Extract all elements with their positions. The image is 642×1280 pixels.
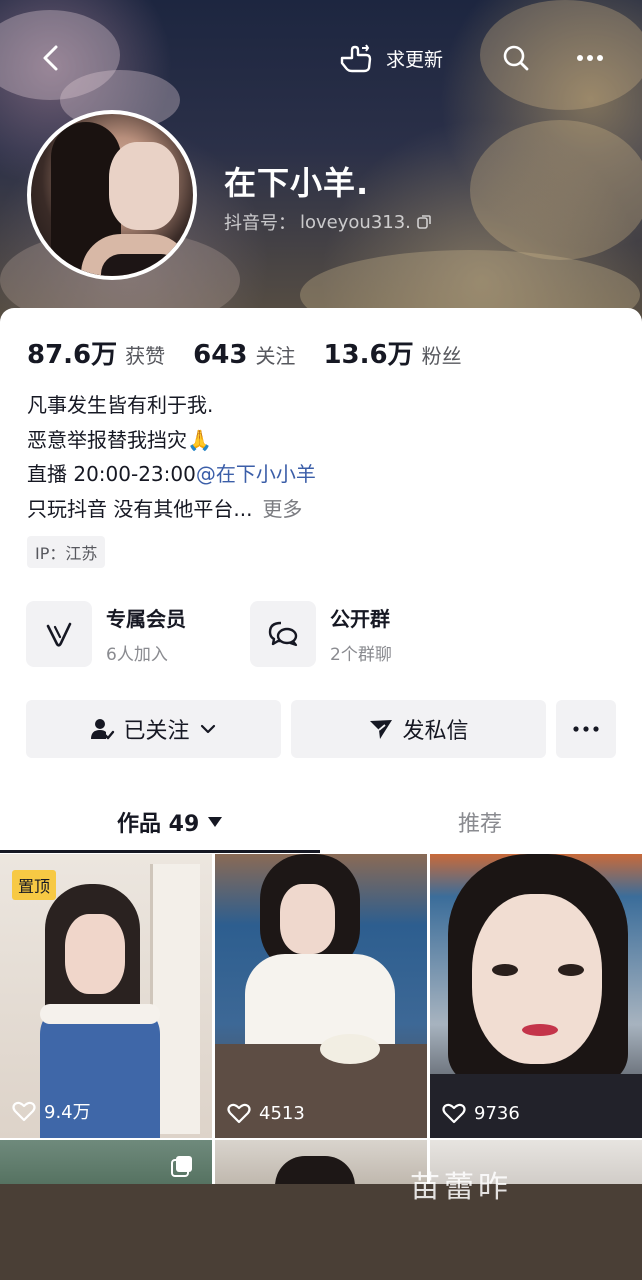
bio-more-link[interactable]: 更多 xyxy=(262,497,302,521)
mention-link[interactable]: @在下小小羊 xyxy=(196,462,316,486)
tab-works[interactable]: 作品 49 xyxy=(117,806,223,838)
request-update-button[interactable]: 求更新 xyxy=(338,40,443,76)
request-update-label: 求更新 xyxy=(386,48,444,71)
video-grid: 置顶 9.4万 4513 9736 xyxy=(0,854,642,1184)
video-thumbnail[interactable] xyxy=(215,1140,427,1184)
public-group-entry[interactable]: 公开群 2个群聊 xyxy=(250,601,392,667)
video-thumbnail[interactable]: 4513 xyxy=(215,854,427,1138)
video-likes: 9.4万 xyxy=(12,1098,91,1124)
bio-text: 只玩抖音 没有其他平台... xyxy=(27,496,253,521)
search-button[interactable] xyxy=(500,42,532,74)
group-chat-icon xyxy=(268,621,298,647)
feature-subtitle: 6人加入 xyxy=(106,645,168,665)
avatar[interactable] xyxy=(27,110,197,280)
stat-label: 获赞 xyxy=(125,344,166,368)
bio-line: 恶意举报替我挡灾🙏 xyxy=(27,427,212,452)
stat-value: 13.6万 xyxy=(323,340,414,370)
heart-icon xyxy=(227,1103,251,1124)
paper-plane-icon xyxy=(370,720,393,739)
video-thumbnail[interactable] xyxy=(0,1140,212,1184)
exclusive-membership-entry[interactable]: 专属会员 6人加入 xyxy=(26,601,186,667)
chevron-down-icon xyxy=(200,724,215,734)
likes-count: 9.4万 xyxy=(44,1102,91,1123)
stat-label: 关注 xyxy=(255,344,296,368)
video-likes: 4513 xyxy=(227,1102,305,1124)
feature-title: 公开群 xyxy=(330,607,390,631)
bio-line: 直播 20:00-23:00@在下小小羊 xyxy=(27,457,316,492)
stat-value: 643 xyxy=(193,340,248,370)
stat-following[interactable]: 643 关注 xyxy=(193,340,295,370)
feature-subtitle: 2个群聊 xyxy=(330,645,392,665)
heart-icon xyxy=(442,1103,466,1124)
content-tabs: 作品 49 推荐 xyxy=(0,798,642,854)
following-button[interactable]: 已关注 xyxy=(26,700,281,758)
douyin-id-value: loveyou313. xyxy=(300,211,411,233)
stats-row: 87.6万 获赞 643 关注 13.6万 粉丝 xyxy=(27,334,490,371)
pinned-badge: 置顶 xyxy=(12,870,57,900)
ip-location-tag: IP：江苏 xyxy=(27,536,106,568)
v-membership-icon xyxy=(46,622,72,647)
feature-title: 专属会员 xyxy=(106,607,186,631)
more-dots-icon xyxy=(573,726,599,732)
bio: 凡事发生皆有利于我. 恶意举报替我挡灾🙏 直播 20:00-23:00@在下小小… xyxy=(27,388,316,526)
action-buttons: 已关注 发私信 xyxy=(26,700,616,758)
back-button[interactable] xyxy=(36,42,68,74)
bio-line: 凡事发生皆有利于我. xyxy=(27,393,214,417)
live-schedule: 直播 20:00-23:00 xyxy=(27,462,196,486)
video-thumbnail[interactable]: 置顶 9.4万 xyxy=(0,854,212,1138)
profile-card: 87.6万 获赞 643 关注 13.6万 粉丝 凡事发生皆有利于我. 恶意举报… xyxy=(0,308,642,1184)
send-message-button[interactable]: 发私信 xyxy=(291,700,546,758)
stat-label: 粉丝 xyxy=(421,344,462,368)
stat-followers[interactable]: 13.6万 粉丝 xyxy=(323,334,461,371)
profile-name: 在下小羊. xyxy=(224,164,370,202)
likes-count: 9736 xyxy=(474,1102,520,1124)
tab-indicator xyxy=(0,850,320,853)
user-followed-icon xyxy=(91,719,115,740)
bio-line: 只玩抖音 没有其他平台... 更多 xyxy=(27,492,316,527)
stat-likes[interactable]: 87.6万 获赞 xyxy=(27,334,165,371)
douyin-id[interactable]: 抖音号： loveyou313. xyxy=(224,209,433,235)
douyin-id-label: 抖音号： xyxy=(224,213,296,234)
following-label: 已关注 xyxy=(123,719,190,744)
more-dots-icon xyxy=(577,55,603,61)
caret-down-icon xyxy=(208,817,223,827)
chevron-left-icon xyxy=(43,45,58,71)
pointing-hand-icon xyxy=(340,44,372,73)
more-actions-button[interactable] xyxy=(556,700,616,758)
video-thumbnail[interactable]: 9736 xyxy=(430,854,642,1138)
gallery-icon xyxy=(171,1156,192,1177)
tab-works-label: 作品 49 xyxy=(117,812,200,837)
top-nav-bar: 求更新 xyxy=(0,36,642,80)
tab-recommend-label: 推荐 xyxy=(458,812,503,837)
more-options-button[interactable] xyxy=(572,42,608,74)
stat-value: 87.6万 xyxy=(27,340,118,370)
bottom-area xyxy=(0,1184,642,1280)
send-message-label: 发私信 xyxy=(402,719,469,744)
tab-recommend[interactable]: 推荐 xyxy=(458,806,502,838)
search-icon xyxy=(503,45,529,71)
likes-count: 4513 xyxy=(259,1102,305,1124)
video-likes: 9736 xyxy=(442,1102,520,1124)
overlay-caption: 苗蕾昨 xyxy=(410,1170,512,1205)
copy-icon[interactable] xyxy=(415,213,433,231)
heart-icon xyxy=(12,1101,36,1122)
